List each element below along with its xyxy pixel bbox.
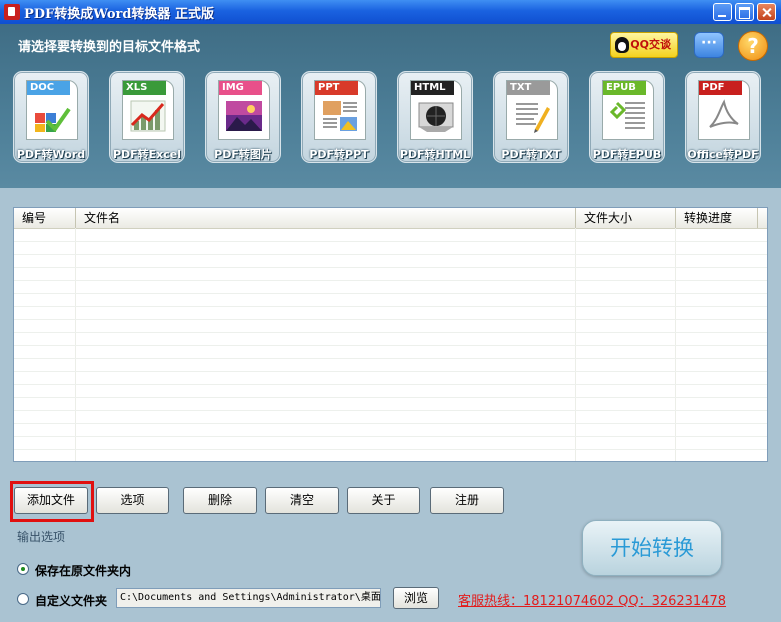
custom-folder-label[interactable]: 自定义文件夹 [35,592,107,609]
custom-folder-radio[interactable] [17,593,29,605]
qq-chat-label: QQ交谈 [630,38,671,51]
format-label: PDF转HTML [399,148,471,161]
empty-table-row [14,411,767,424]
column-header-filename[interactable]: 文件名 [76,208,576,228]
empty-table-row [14,398,767,411]
html-doc-icon: HTML [410,80,462,140]
column-header-progress[interactable]: 转换进度 [676,208,758,228]
pdf-acrobat-art [709,99,739,128]
format-pdf-to-epub[interactable]: EPUB PDF转EPUB [589,71,665,163]
empty-table-row [14,281,767,294]
format-label: PDF转Excel [112,148,182,161]
empty-table-row [14,294,767,307]
format-tag: PDF [699,81,742,95]
title-bar: PDF转换成Word转换器 正式版 [0,0,781,24]
format-tag: DOC [27,81,70,95]
format-label: PDF转EPUB [592,148,662,161]
epub-art [609,101,645,129]
empty-table-row [14,346,767,359]
output-options-title: 输出选项 [17,530,66,544]
start-convert-button[interactable]: 开始转换 [582,520,722,576]
epub-doc-icon: EPUB [602,80,654,140]
maximize-button[interactable] [735,3,754,21]
qq-penguin-icon [615,37,629,53]
close-button[interactable] [757,3,776,21]
format-pdf-to-txt[interactable]: TXT PDF转TXT [493,71,569,163]
txt-art [516,103,550,133]
format-header: 请选择要转换到的目标文件格式 QQ交谈 ··· ? DOC PDF转Word X… [0,24,781,188]
clear-button[interactable]: 清空 [265,487,339,514]
image-art [226,101,262,131]
support-hotline-link[interactable]: 客服热线：18121074602 QQ：326231478 [458,590,726,609]
pdf-doc-icon: PDF [698,80,750,140]
txt-doc-icon: TXT [506,80,558,140]
save-original-label[interactable]: 保存在原文件夹内 [35,562,131,579]
table-header: 编号 文件名 文件大小 转换进度 [14,208,767,229]
empty-table-row [14,333,767,346]
format-tag: TXT [507,81,550,95]
empty-table-row [14,372,767,385]
format-label: PDF转TXT [501,148,561,161]
minimize-button[interactable] [713,3,732,21]
about-button[interactable]: 关于 [347,487,420,514]
format-label: PDF转Word [16,148,86,161]
help-icon[interactable]: ? [738,31,768,61]
format-label: PDF转图片 [214,148,272,161]
format-label: Office转PDF [687,148,759,161]
options-button[interactable]: 选项 [96,487,169,514]
empty-table-row [14,307,767,320]
html-globe-art [418,102,454,132]
app-window: PDF转换成Word转换器 正式版 请选择要转换到的目标文件格式 QQ交谈 ··… [0,0,781,622]
format-pdf-to-image[interactable]: IMG PDF转图片 [205,71,281,163]
register-button[interactable]: 注册 [430,487,504,514]
file-list-table[interactable]: 编号 文件名 文件大小 转换进度 [13,207,768,462]
empty-table-row [14,359,767,372]
format-pdf-to-ppt[interactable]: PPT PDF转PPT [301,71,377,163]
empty-table-row [14,229,767,242]
empty-table-row [14,320,767,333]
format-tag: XLS [123,81,166,95]
empty-table-row [14,242,767,255]
format-pdf-to-excel[interactable]: XLS PDF转Excel [109,71,185,163]
window-title: PDF转换成Word转换器 正式版 [24,7,214,22]
word-doc-icon: DOC [26,80,78,140]
empty-table-row [14,437,767,450]
empty-table-row [14,385,767,398]
output-path-input[interactable]: C:\Documents and Settings\Administrator\… [116,588,381,608]
format-tag: PPT [315,81,358,95]
app-logo-icon [4,4,20,20]
format-pdf-to-word[interactable]: DOC PDF转Word [13,71,89,163]
ppt-art [323,101,357,131]
format-tag: EPUB [603,81,646,95]
add-file-button[interactable]: 添加文件 [14,487,88,514]
column-header-filesize[interactable]: 文件大小 [576,208,676,228]
image-doc-icon: IMG [218,80,270,140]
format-label: PDF转PPT [309,148,369,161]
format-prompt: 请选择要转换到的目标文件格式 [18,40,201,55]
word-art [35,107,71,133]
excel-chart-art [130,100,166,132]
format-tag: IMG [219,81,262,95]
column-header-index[interactable]: 编号 [14,208,76,228]
excel-doc-icon: XLS [122,80,174,140]
delete-button[interactable]: 删除 [183,487,257,514]
format-pdf-to-html[interactable]: HTML PDF转HTML [397,71,473,163]
ppt-doc-icon: PPT [314,80,366,140]
save-original-radio[interactable] [17,563,29,575]
empty-table-row [14,255,767,268]
format-office-to-pdf[interactable]: PDF Office转PDF [685,71,761,163]
empty-table-row [14,268,767,281]
qq-chat-button[interactable]: QQ交谈 [610,32,678,58]
empty-table-row [14,450,767,461]
format-tag: HTML [411,81,454,95]
empty-table-row [14,424,767,437]
browse-button[interactable]: 浏览 [393,587,439,609]
message-icon[interactable]: ··· [694,32,724,58]
